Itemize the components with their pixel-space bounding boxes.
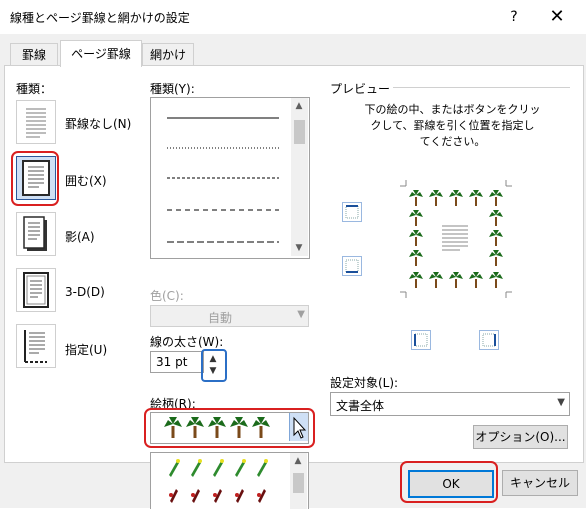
art-list-scrollbar[interactable]: ▲	[290, 453, 307, 509]
setting-box-label: 囲む(X)	[65, 174, 107, 188]
bottom-border-button[interactable]	[342, 256, 362, 276]
left-border-button[interactable]	[411, 330, 431, 350]
setting-3d-label: 3-D(D)	[65, 285, 105, 299]
top-border-button[interactable]	[342, 202, 362, 222]
setting-3d-icon	[23, 272, 49, 308]
preview-header: プレビュー	[330, 82, 391, 96]
title-bar: 線種とページ罫線と網かけの設定 ? ✕	[0, 0, 586, 34]
style-header: 種類(Y):	[150, 82, 195, 96]
preview-instruction-line-1: 下の絵の中、またはボタンをクリッ	[364, 103, 541, 116]
color-value: 自動	[207, 311, 232, 325]
tab-page-border[interactable]: ページ罫線	[60, 40, 142, 67]
palm-tree-icon	[429, 272, 443, 288]
preview-instruction-line-2: クして、罫線を引く位置を指定し	[370, 119, 535, 132]
tab-borders[interactable]: 罫線	[10, 43, 58, 66]
preview-instruction-line-3: てください。	[419, 135, 486, 148]
top-border-icon	[345, 205, 359, 219]
scroll-down-icon[interactable]: ▼	[291, 240, 307, 256]
palm-tree-icon	[429, 190, 443, 206]
spin-down-icon[interactable]: ▼	[205, 365, 221, 377]
palm-tree-icon	[409, 210, 423, 226]
line-style-samples	[167, 117, 279, 243]
apply-to-value: 文書全体	[336, 399, 385, 413]
apply-to-label: 設定対象(L):	[330, 376, 399, 390]
line-style-scrollbar[interactable]: ▲ ▼	[291, 98, 308, 256]
options-button[interactable]: オプション(O)...	[473, 425, 568, 449]
right-border-icon	[482, 333, 496, 347]
setting-custom-button[interactable]	[16, 324, 56, 368]
palm-tree-icon	[489, 210, 503, 226]
color-select[interactable]: 自動 ▼	[150, 305, 309, 327]
setting-3d-button[interactable]	[16, 268, 56, 312]
cancel-button[interactable]: キャンセル	[502, 470, 578, 496]
borders-and-shading-dialog: 線種とページ罫線と網かけの設定 ? ✕ 罫線 ページ罫線 網かけ 種類： 罫線な…	[0, 0, 586, 509]
width-label: 線の太さ(W):	[150, 335, 224, 349]
art-select-highlight	[144, 408, 315, 448]
palm-tree-icon	[409, 250, 423, 266]
setting-header: 種類：	[16, 82, 53, 96]
palm-tree-icon	[409, 230, 423, 246]
setting-custom-label: 指定(U)	[65, 343, 108, 357]
art-dropdown-list[interactable]: ▲	[150, 452, 309, 509]
setting-shadow-icon	[23, 216, 47, 251]
apply-to-select[interactable]: 文書全体 ▼	[330, 392, 570, 416]
art-options-icon	[169, 459, 268, 503]
width-input[interactable]: 31 pt	[150, 351, 204, 373]
chevron-down-icon: ▼	[297, 309, 305, 320]
spin-up-icon[interactable]: ▲	[205, 353, 221, 365]
width-value: 31 pt	[156, 355, 188, 369]
ok-button-highlight	[400, 461, 498, 503]
palm-tree-icon	[469, 190, 483, 206]
palm-tree-icon	[409, 190, 423, 206]
color-label: 色(C):	[150, 289, 184, 303]
preview-page[interactable]	[400, 180, 512, 298]
close-button[interactable]: ✕	[545, 5, 569, 29]
setting-box-highlight	[11, 151, 59, 206]
preview-page-graphic	[400, 180, 512, 298]
left-border-icon	[414, 333, 428, 347]
scroll-up-icon[interactable]: ▲	[290, 453, 306, 469]
scroll-thumb[interactable]	[294, 120, 305, 144]
setting-none-label: 罫線なし(N)	[65, 117, 132, 131]
line-style-list[interactable]: ▲ ▼	[150, 97, 310, 259]
setting-custom-icon	[24, 330, 47, 363]
palm-tree-icon	[489, 250, 503, 266]
palm-tree-icon	[489, 230, 503, 246]
bottom-border-icon	[345, 259, 359, 273]
palm-tree-icon	[489, 190, 503, 206]
setting-none-icon	[26, 108, 46, 138]
setting-shadow-label: 影(A)	[65, 230, 95, 244]
dialog-title: 線種とページ罫線と網かけの設定	[10, 11, 190, 25]
palm-tree-icon	[409, 272, 423, 288]
scroll-thumb[interactable]	[293, 473, 304, 493]
preview-divider	[393, 87, 570, 88]
help-button[interactable]: ?	[502, 5, 526, 29]
palm-tree-icon	[449, 272, 463, 288]
scroll-up-icon[interactable]: ▲	[291, 98, 307, 114]
right-border-button[interactable]	[479, 330, 499, 350]
chevron-down-icon: ▼	[557, 397, 565, 408]
setting-shadow-button[interactable]	[16, 212, 56, 256]
palm-tree-icon	[449, 190, 463, 206]
palm-tree-icon	[469, 272, 483, 288]
palm-tree-icon	[489, 272, 503, 288]
setting-none-button[interactable]	[16, 100, 56, 144]
tab-shading[interactable]: 網かけ	[142, 43, 194, 66]
